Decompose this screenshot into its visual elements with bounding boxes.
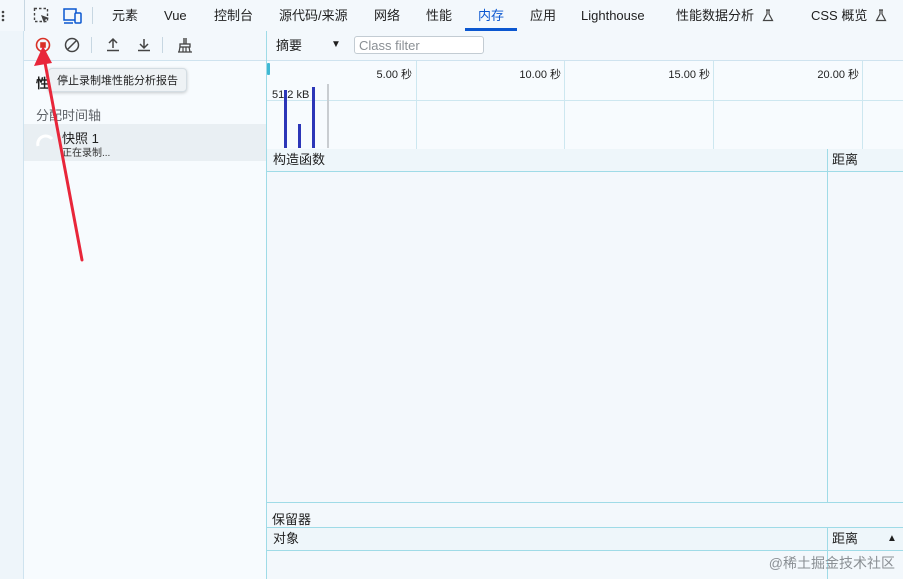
- device-toolbar-icon[interactable]: [63, 7, 83, 28]
- allocation-bar: [312, 87, 315, 148]
- broom-icon: [178, 38, 192, 53]
- tab-performance-insights-label: 性能数据分析: [676, 8, 755, 23]
- allocation-bar: [298, 124, 301, 148]
- inspect-element-icon[interactable]: [33, 7, 51, 28]
- tab-sources[interactable]: 源代码/来源: [279, 0, 348, 31]
- devtools-tab-bar: 元素 Vue 控制台 源代码/来源 网络 性能 内存 应用 Lighthouse…: [0, 0, 903, 32]
- tab-console[interactable]: 控制台: [214, 0, 253, 31]
- chevron-down-icon[interactable]: ▼: [331, 39, 341, 50]
- tab-network[interactable]: 网络: [374, 0, 400, 31]
- constructor-table-body: [267, 172, 903, 502]
- col-object-header[interactable]: 对象: [273, 528, 299, 550]
- constructor-table-header: 构造函数 距离: [267, 149, 903, 172]
- flask-icon: [762, 2, 774, 33]
- left-gutter: [0, 31, 24, 579]
- more-options-icon[interactable]: [0, 8, 6, 24]
- retainers-title: 保留器: [272, 512, 312, 527]
- col-distance-header[interactable]: 距离: [832, 149, 858, 171]
- collect-garbage-button[interactable]: [174, 34, 196, 56]
- tab-performance-insights[interactable]: 性能数据分析: [676, 0, 774, 31]
- retainers-divider[interactable]: [267, 502, 903, 503]
- tab-lighthouse[interactable]: Lighthouse: [581, 0, 645, 31]
- col-constructor-header[interactable]: 构造函数: [273, 149, 325, 171]
- watermark: @稀土掘金技术社区: [768, 555, 895, 571]
- timeline-tick-label: 5.00 秒: [376, 69, 412, 81]
- sort-ascending-icon[interactable]: ▲: [887, 528, 897, 550]
- tab-css-overview[interactable]: CSS 概览: [811, 0, 887, 31]
- timeline-tick-label: 15.00 秒: [668, 69, 710, 81]
- save-profile-button[interactable]: [133, 34, 155, 56]
- tab-performance[interactable]: 性能: [426, 0, 452, 31]
- timeline-cursor: [327, 84, 329, 148]
- download-icon: [138, 39, 150, 52]
- col-distance-header[interactable]: 距离: [832, 528, 858, 550]
- tab-application[interactable]: 应用: [530, 0, 556, 31]
- allocation-bar: [284, 90, 287, 148]
- tab-vue[interactable]: Vue: [164, 0, 187, 31]
- view-select[interactable]: 摘要: [276, 35, 302, 54]
- timeline-start-handle[interactable]: [267, 63, 270, 75]
- load-profile-button[interactable]: [102, 34, 124, 56]
- upload-icon: [107, 37, 119, 52]
- timeline-size-label: 51.2 kB: [272, 89, 310, 101]
- tab-memory[interactable]: 内存: [478, 0, 504, 31]
- flask-icon: [875, 2, 887, 33]
- tab-css-overview-label: CSS 概览: [811, 8, 868, 23]
- timeline-tick-label: 20.00 秒: [817, 69, 859, 81]
- retainers-table-header: 对象 距离 ▲: [267, 527, 903, 551]
- tab-elements[interactable]: 元素: [112, 0, 138, 31]
- timeline-tick-label: 10.00 秒: [519, 69, 561, 81]
- class-filter-input[interactable]: [354, 36, 484, 54]
- annotation-arrow: [34, 46, 84, 262]
